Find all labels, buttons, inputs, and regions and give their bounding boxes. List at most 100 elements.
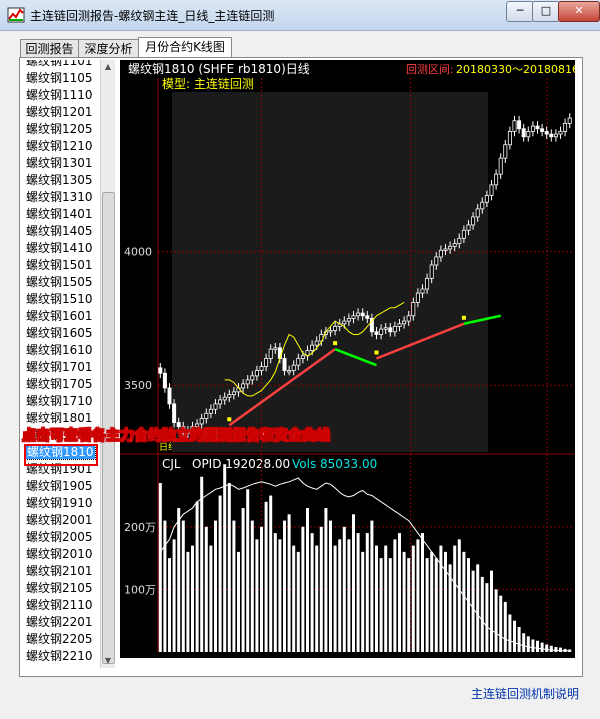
volume-bar — [352, 514, 355, 652]
volume-bar — [471, 570, 475, 652]
tab-backtest-report[interactable]: 回测报告 — [20, 39, 79, 58]
trade-marker — [227, 417, 232, 422]
candle-body — [250, 375, 255, 381]
contract-list-item[interactable]: 螺纹钢2110 — [22, 597, 102, 614]
candle-body — [254, 370, 259, 377]
volume-legend-opid: OPID 192028.00 — [192, 457, 290, 471]
scroll-down-icon[interactable]: ▼ — [101, 654, 115, 668]
candle-body — [489, 184, 494, 196]
candle-body — [503, 144, 508, 159]
volume-bar — [338, 539, 342, 652]
contract-label: 螺纹钢2001 — [26, 513, 93, 527]
contract-list-item[interactable]: 螺纹钢1505 — [22, 274, 102, 291]
candle-body — [420, 288, 425, 294]
candle-body — [388, 327, 393, 333]
contract-list-item[interactable]: 螺纹钢1510 — [22, 291, 102, 308]
contract-list-item[interactable]: 螺纹钢1210 — [22, 138, 102, 155]
candle-body — [241, 383, 246, 389]
volume-bar — [204, 526, 208, 652]
contract-list-item[interactable]: 螺纹钢2101 — [22, 563, 102, 580]
candle-body — [411, 301, 416, 317]
candle-body — [540, 128, 545, 132]
time-tick-label: 2018/09/03 — [514, 656, 575, 658]
contract-list-item[interactable]: 螺纹钢1405 — [22, 223, 102, 240]
tab-monthly-kline[interactable]: 月份合约K线图 — [138, 37, 232, 58]
contract-list-item[interactable]: 螺纹钢1201 — [22, 104, 102, 121]
contract-list-item[interactable]: 螺纹钢1710 — [22, 393, 102, 410]
contract-list-item[interactable]: 螺纹钢2010 — [22, 546, 102, 563]
contract-list-item[interactable]: 螺纹钢2210 — [22, 648, 102, 665]
contract-list-item[interactable]: 螺纹钢1410 — [22, 240, 102, 257]
contract-label: 螺纹钢1210 — [26, 139, 93, 153]
contract-list-item[interactable]: 螺纹钢1905 — [22, 478, 102, 495]
contract-list-item[interactable]: 螺纹钢1105 — [22, 70, 102, 87]
candle-body — [360, 312, 365, 317]
volume-bar — [375, 545, 378, 652]
contract-list-item[interactable]: 螺纹钢1701 — [22, 359, 102, 376]
contract-list-item[interactable]: 螺纹钢2001 — [22, 512, 102, 529]
contract-list-item[interactable]: 螺纹钢1305 — [22, 172, 102, 189]
contract-list-item[interactable]: 螺纹钢1705 — [22, 376, 102, 393]
tab-deep-analysis[interactable]: 深度分析 — [78, 39, 139, 58]
volume-bar — [545, 644, 549, 652]
contract-label: 螺纹钢1501 — [26, 258, 93, 272]
time-tick-label: 2018/07/02 — [378, 656, 441, 658]
contract-list-item[interactable]: 螺纹钢1910 — [22, 495, 102, 512]
candle-body — [333, 326, 338, 331]
maximize-button[interactable]: □ — [532, 1, 560, 22]
close-button[interactable]: ✕ — [558, 1, 600, 22]
volume-bar — [255, 539, 259, 652]
contract-list-item[interactable]: 螺纹钢2005 — [22, 529, 102, 546]
volume-bar — [365, 533, 369, 652]
contract-list-item[interactable]: 螺纹钢2105 — [22, 580, 102, 597]
selection-highlight-box — [24, 444, 98, 466]
volume-bar — [356, 533, 360, 652]
contract-label: 螺纹钢1101 — [26, 60, 93, 68]
candle-body — [544, 131, 549, 135]
title-bar: 主连链回测报告-螺纹钢主连_日线_主连链回测 ─ □ ✕ — [0, 0, 600, 31]
volume-bar — [237, 551, 240, 652]
contract-list-item[interactable]: 螺纹钢2201 — [22, 614, 102, 631]
minimize-button[interactable]: ─ — [506, 1, 534, 22]
volume-tick-label: 100万 — [124, 583, 156, 596]
contract-list-scrollbar[interactable]: ▲ ▼ — [100, 60, 115, 668]
volume-bar — [513, 620, 516, 652]
contract-list-item[interactable]: 螺纹钢1601 — [22, 308, 102, 325]
contract-list-item[interactable]: 螺纹钢1110 — [22, 87, 102, 104]
volume-bar — [283, 520, 286, 652]
contract-list-item[interactable]: 螺纹钢1301 — [22, 155, 102, 172]
kline-chart-svg: 螺纹钢1810 (SHFE rb1810)日线 回测区间: 20180330～2… — [120, 62, 579, 669]
volume-bar — [503, 601, 507, 652]
contract-list-item[interactable]: 螺纹钢1310 — [22, 189, 102, 206]
contract-label: 螺纹钢1701 — [26, 360, 93, 374]
time-tick-label: 2018/05/02 — [229, 656, 292, 658]
scroll-up-icon[interactable]: ▲ — [101, 60, 115, 74]
candle-body — [365, 315, 370, 319]
contract-list-item[interactable]: 螺纹钢1610 — [22, 342, 102, 359]
contract-list-item[interactable]: 螺纹钢2205 — [22, 631, 102, 648]
contract-list-item[interactable]: 螺纹钢1605 — [22, 325, 102, 342]
volume-bar — [292, 545, 296, 652]
kline-chart[interactable]: 螺纹钢1810 (SHFE rb1810)日线 回测区间: 20180330～2… — [120, 60, 579, 669]
contract-label: 螺纹钢1505 — [26, 275, 93, 289]
contract-list-item[interactable]: 螺纹钢1401 — [22, 206, 102, 223]
candle-body — [563, 123, 568, 132]
candle-body — [374, 331, 379, 335]
candle-body — [521, 128, 526, 138]
volume-bar — [379, 558, 383, 652]
volume-bar — [526, 636, 530, 652]
contract-list-item[interactable]: 螺纹钢1501 — [22, 257, 102, 274]
candle-body — [480, 201, 485, 210]
volume-bar — [434, 558, 438, 652]
candle-body — [530, 125, 535, 132]
candle-body — [342, 320, 347, 325]
contract-list-item[interactable]: 螺纹钢1205 — [22, 121, 102, 138]
volume-bar — [425, 558, 429, 652]
candle-body — [397, 323, 402, 327]
mechanism-help-link[interactable]: 主连链回测机制说明 — [471, 685, 579, 702]
contract-list[interactable]: 螺纹钢1101 螺纹钢1105 螺纹钢1110 螺纹钢1201 螺纹钢1205 螺纹钢12… — [22, 60, 102, 668]
candle-body — [461, 229, 466, 239]
volume-bar — [227, 483, 231, 652]
contract-list-item[interactable]: 螺纹钢1101 — [22, 60, 102, 70]
candle-body — [218, 399, 223, 405]
